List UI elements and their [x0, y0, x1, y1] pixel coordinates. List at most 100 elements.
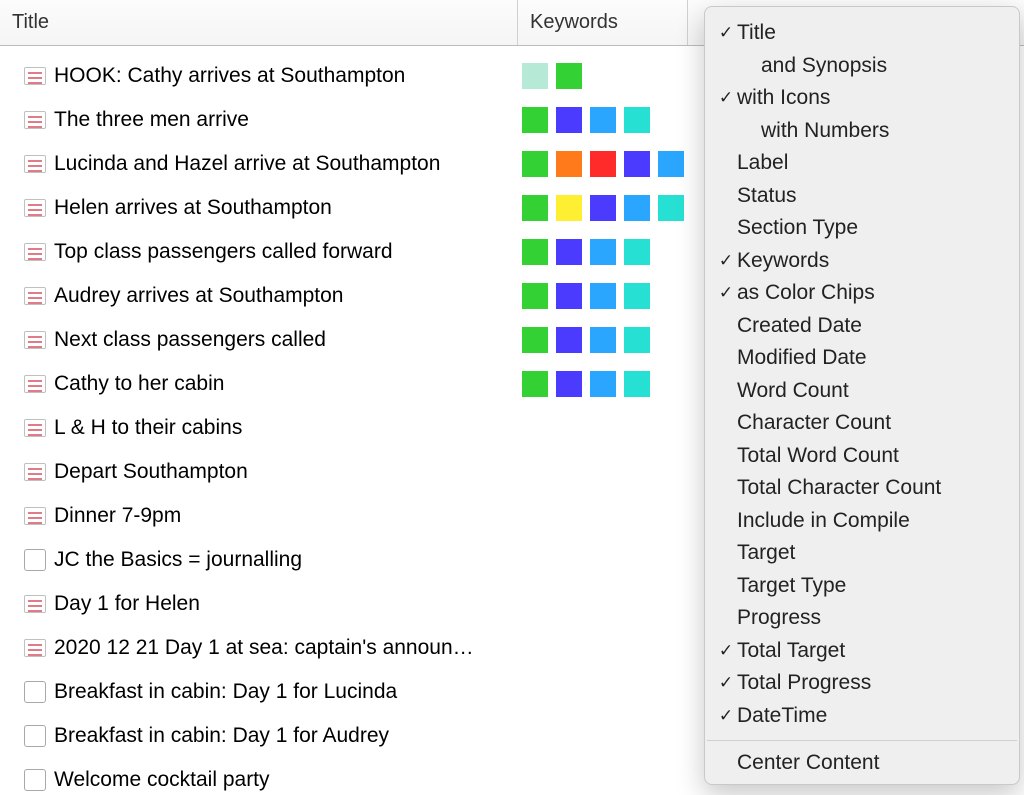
menu-item[interactable]: ✓Total Progress [705, 667, 1019, 700]
keyword-chip[interactable] [590, 327, 616, 353]
row-title[interactable]: JC the Basics = journalling [54, 548, 518, 572]
row-icon-cell [0, 725, 54, 747]
menu-item[interactable]: ✓DateTime [705, 700, 1019, 733]
menu-item[interactable]: Center Content [705, 747, 1019, 780]
menu-item-label: Include in Compile [737, 509, 910, 533]
column-header-keywords[interactable]: Keywords [518, 0, 688, 45]
menu-item-label: with Icons [737, 86, 830, 110]
row-title[interactable]: Day 1 for Helen [54, 592, 518, 616]
menu-item[interactable]: ✓Title [705, 17, 1019, 50]
menu-item-label: Center Content [737, 751, 879, 775]
keyword-chip[interactable] [556, 151, 582, 177]
keyword-chip[interactable] [522, 283, 548, 309]
document-icon [24, 595, 46, 613]
menu-item[interactable]: Created Date [705, 310, 1019, 343]
menu-item[interactable]: Word Count [705, 375, 1019, 408]
keyword-chip[interactable] [522, 63, 548, 89]
keyword-chip[interactable] [522, 239, 548, 265]
row-keywords [518, 63, 582, 89]
menu-item[interactable]: Section Type [705, 212, 1019, 245]
keyword-chip[interactable] [522, 107, 548, 133]
keyword-chip[interactable] [624, 371, 650, 397]
keyword-chip[interactable] [590, 107, 616, 133]
document-icon [24, 639, 46, 657]
row-icon-cell [0, 287, 54, 305]
document-icon [24, 199, 46, 217]
row-title[interactable]: Breakfast in cabin: Day 1 for Lucinda [54, 680, 518, 704]
row-title[interactable]: Next class passengers called [54, 328, 518, 352]
row-title[interactable]: L & H to their cabins [54, 416, 518, 440]
keyword-chip[interactable] [556, 327, 582, 353]
keyword-chip[interactable] [522, 151, 548, 177]
document-icon [24, 111, 46, 129]
keyword-chip[interactable] [590, 195, 616, 221]
blank-document-icon [24, 769, 46, 791]
menu-item[interactable]: Character Count [705, 407, 1019, 440]
row-icon-cell [0, 199, 54, 217]
menu-item[interactable]: ✓Total Target [705, 635, 1019, 668]
keyword-chip[interactable] [556, 107, 582, 133]
menu-item[interactable]: ✓as Color Chips [705, 277, 1019, 310]
keyword-chip[interactable] [590, 151, 616, 177]
row-icon-cell [0, 331, 54, 349]
menu-item[interactable]: Modified Date [705, 342, 1019, 375]
menu-item[interactable]: Progress [705, 602, 1019, 635]
menu-item[interactable]: ✓Keywords [705, 245, 1019, 278]
row-title[interactable]: 2020 12 21 Day 1 at sea: captain's annou… [54, 636, 518, 660]
keyword-chip[interactable] [624, 107, 650, 133]
menu-item[interactable]: and Synopsis [705, 50, 1019, 83]
menu-item[interactable]: ✓with Icons [705, 82, 1019, 115]
keyword-chip[interactable] [556, 371, 582, 397]
menu-item[interactable]: Include in Compile [705, 505, 1019, 538]
checkmark-icon: ✓ [715, 706, 737, 726]
row-title[interactable]: Welcome cocktail party [54, 768, 518, 792]
keyword-chip[interactable] [590, 239, 616, 265]
keyword-chip[interactable] [556, 63, 582, 89]
menu-item[interactable]: Status [705, 180, 1019, 213]
blank-document-icon [24, 725, 46, 747]
keyword-chip[interactable] [590, 283, 616, 309]
document-icon [24, 507, 46, 525]
keyword-chip[interactable] [522, 195, 548, 221]
row-title[interactable]: The three men arrive [54, 108, 518, 132]
blank-document-icon [24, 549, 46, 571]
keyword-chip[interactable] [590, 371, 616, 397]
keyword-chip[interactable] [522, 371, 548, 397]
keyword-chip[interactable] [624, 151, 650, 177]
row-title[interactable]: Top class passengers called forward [54, 240, 518, 264]
keyword-chip[interactable] [624, 283, 650, 309]
blank-document-icon [24, 681, 46, 703]
row-keywords [518, 107, 650, 133]
row-title[interactable]: Audrey arrives at Southampton [54, 284, 518, 308]
keyword-chip[interactable] [624, 239, 650, 265]
row-title[interactable]: Lucinda and Hazel arrive at Southampton [54, 152, 518, 176]
row-icon-cell [0, 507, 54, 525]
menu-item[interactable]: with Numbers [705, 115, 1019, 148]
column-header-title[interactable]: Title [0, 0, 518, 45]
menu-item[interactable]: Total Word Count [705, 440, 1019, 473]
row-title[interactable]: Breakfast in cabin: Day 1 for Audrey [54, 724, 518, 748]
checkmark-icon: ✓ [715, 673, 737, 693]
row-title[interactable]: Cathy to her cabin [54, 372, 518, 396]
row-title[interactable]: Helen arrives at Southampton [54, 196, 518, 220]
menu-item[interactable]: Target [705, 537, 1019, 570]
keyword-chip[interactable] [556, 239, 582, 265]
row-title[interactable]: HOOK: Cathy arrives at Southampton [54, 64, 518, 88]
menu-item[interactable]: Target Type [705, 570, 1019, 603]
menu-item[interactable]: Total Character Count [705, 472, 1019, 505]
row-title[interactable]: Depart Southampton [54, 460, 518, 484]
document-icon [24, 375, 46, 393]
keyword-chip[interactable] [556, 283, 582, 309]
keyword-chip[interactable] [522, 327, 548, 353]
menu-item-label: as Color Chips [737, 281, 875, 305]
row-icon-cell [0, 155, 54, 173]
menu-item[interactable]: Label [705, 147, 1019, 180]
keyword-chip[interactable] [658, 195, 684, 221]
keyword-chip[interactable] [658, 151, 684, 177]
checkmark-icon: ✓ [715, 88, 737, 108]
keyword-chip[interactable] [624, 195, 650, 221]
keyword-chip[interactable] [556, 195, 582, 221]
menu-item-label: Total Word Count [737, 444, 899, 468]
row-title[interactable]: Dinner 7-9pm [54, 504, 518, 528]
keyword-chip[interactable] [624, 327, 650, 353]
